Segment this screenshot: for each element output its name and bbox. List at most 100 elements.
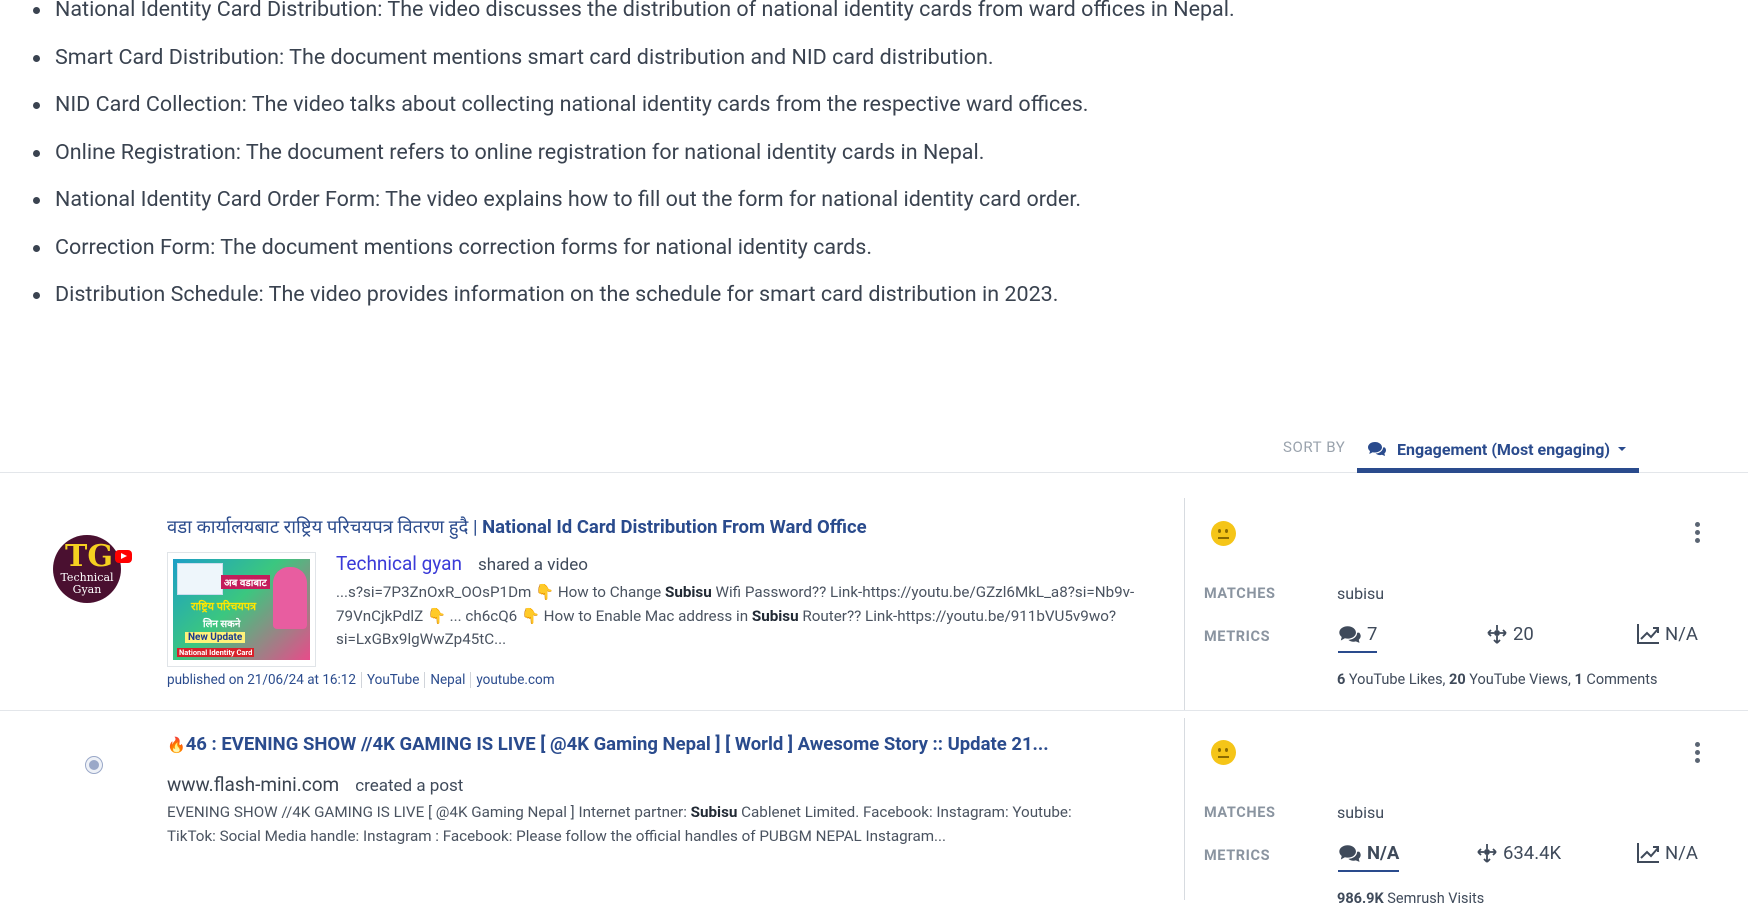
- trend-icon: [1637, 843, 1659, 863]
- mention-title[interactable]: वडा कार्यालयबाट राष्ट्रिय परिचयपत्र वितर…: [167, 514, 867, 539]
- more-options-icon[interactable]: [1695, 742, 1701, 766]
- author-action: created a post: [355, 776, 464, 796]
- mention-title-text: National Id Card Distribution From Ward …: [482, 516, 867, 538]
- meta-platform[interactable]: YouTube: [360, 672, 424, 688]
- summary-item: Correction Form: The document mentions c…: [26, 224, 1235, 272]
- matches-value: subisu: [1337, 803, 1385, 822]
- bullet-dot: [33, 244, 40, 252]
- metric-reach-value: 634.4K: [1503, 842, 1562, 864]
- avatar-caption: Technical Gyan: [60, 571, 114, 596]
- bullet-dot: [33, 197, 40, 204]
- summary-text: Distribution Schedule: The video provide…: [55, 282, 1059, 307]
- stat-comments-number: 1: [1574, 671, 1583, 688]
- bullet-dot: [33, 7, 40, 14]
- metric-trend-value: N/A: [1665, 842, 1698, 864]
- snippet-text: EVENING SHOW //4K GAMING IS LIVE [ @4K G…: [167, 803, 691, 821]
- summary-text: Correction Form: The document mentions c…: [55, 234, 873, 260]
- avatar-initials: TG: [65, 539, 113, 574]
- video-thumbnail[interactable]: अब वडाबाट राष्ट्रिय परिचयपत्र लिन सकने N…: [167, 552, 316, 667]
- matches-label: MATCHES: [1204, 804, 1276, 821]
- mention-title-native: वडा कार्यालयबाट राष्ट्रिय परिचयपत्र वितर…: [167, 516, 478, 538]
- stat-likes-label: YouTube Likes,: [1345, 671, 1450, 688]
- metric-trend[interactable]: N/A: [1636, 623, 1698, 645]
- divider: [1184, 718, 1185, 900]
- summary-list: National Identity Card Distribution: The…: [26, 0, 1235, 319]
- meta-domain[interactable]: youtube.com: [470, 672, 559, 688]
- mention-snippet: ...s?si=7P3ZnOxR_OOsP1Dm 👇 How to Change…: [336, 581, 1136, 652]
- metric-comments-value: N/A: [1367, 842, 1400, 864]
- snippet-text: ...s?si=7P3ZnOxR_OOsP1Dm 👇 How to Change: [336, 583, 665, 601]
- metric-comments-value: 7: [1367, 623, 1378, 645]
- snippet-keyword: Subisu: [665, 583, 712, 601]
- comments-icon: [1339, 844, 1361, 862]
- comments-icon: [1368, 442, 1386, 456]
- summary-item: NID Card Collection: The video talks abo…: [26, 81, 1235, 129]
- reach-icon: [1487, 625, 1507, 644]
- mention-card[interactable]: 🔥46 : EVENING SHOW //4K GAMING IS LIVE […: [0, 712, 1748, 907]
- metric-comments[interactable]: N/A: [1338, 842, 1400, 872]
- trend-icon: [1637, 624, 1659, 644]
- mention-meta: published on 21/06/24 at 16:12 YouTube N…: [167, 672, 560, 688]
- sentiment-neutral-icon[interactable]: [1211, 740, 1236, 765]
- mention-title-text: 46 : EVENING SHOW //4K GAMING IS LIVE [ …: [185, 733, 1049, 755]
- metric-trend[interactable]: N/A: [1636, 842, 1698, 864]
- thumbnail-person: [273, 567, 307, 629]
- published-date: published on 21/06/24 at 16:12: [167, 672, 356, 688]
- stat-visits-label: Semrush Visits: [1383, 890, 1485, 907]
- bullet-dot: [33, 149, 40, 157]
- divider: [1184, 498, 1185, 710]
- sentiment-neutral-icon[interactable]: [1211, 521, 1236, 546]
- thumbnail-text: अब वडाबाट: [221, 575, 270, 589]
- card-graphic: [177, 563, 223, 595]
- metric-reach-value: 20: [1513, 623, 1534, 645]
- thumbnail-text: राष्ट्रिय परिचयपत्र: [191, 600, 257, 613]
- summary-item: Online Registration: The document refers…: [26, 129, 1235, 177]
- more-options-icon[interactable]: [1695, 522, 1701, 546]
- metrics-label: METRICS: [1204, 847, 1271, 864]
- stat-views-number: 20: [1449, 671, 1466, 688]
- metric-reach[interactable]: 20: [1486, 623, 1534, 645]
- metric-trend-value: N/A: [1665, 623, 1698, 645]
- matches-label: MATCHES: [1204, 585, 1276, 602]
- chevron-down-icon: [1617, 447, 1626, 451]
- mention-card[interactable]: TG Technical Gyan वडा कार्यालयबाट राष्ट्…: [0, 474, 1748, 711]
- thumbnail-text: लिन सकने: [203, 619, 241, 630]
- fire-icon: 🔥: [167, 736, 186, 754]
- youtube-icon: [115, 550, 132, 563]
- metrics-label: METRICS: [1204, 628, 1271, 645]
- author-line: Technical gyan shared a video: [336, 552, 588, 575]
- stat-visits-number: 986.9K: [1337, 890, 1384, 907]
- author-link[interactable]: Technical gyan: [336, 552, 462, 575]
- sort-by-label: SORT BY: [1283, 438, 1346, 456]
- stat-comments-label: Comments: [1582, 671, 1658, 688]
- author-line: www.flash-mini.com created a post: [167, 773, 463, 796]
- summary-text: NID Card Collection: The video talks abo…: [55, 92, 1089, 117]
- snippet-keyword: Subisu: [690, 803, 738, 821]
- summary-text: Online Registration: The document refers…: [55, 139, 985, 165]
- metric-reach[interactable]: 634.4K: [1476, 842, 1561, 864]
- meta-country[interactable]: Nepal: [424, 672, 470, 688]
- thumbnail-image: अब वडाबाट राष्ट्रिय परिचयपत्र लिन सकने N…: [173, 559, 310, 660]
- summary-text: Smart Card Distribution: The document me…: [55, 44, 994, 70]
- bullet-dot: [33, 102, 40, 109]
- metric-comments[interactable]: 7: [1338, 623, 1378, 653]
- sort-dropdown[interactable]: Engagement (Most engaging): [1357, 430, 1639, 473]
- engagement-stats: 986.9K Semrush Visits: [1337, 890, 1484, 907]
- summary-item: National Identity Card Order Form: The v…: [26, 176, 1235, 224]
- snippet-keyword: Subisu: [751, 606, 799, 625]
- author-action: shared a video: [477, 555, 588, 575]
- mention-snippet: EVENING SHOW //4K GAMING IS LIVE [ @4K G…: [167, 801, 1087, 848]
- summary-text: National Identity Card Distribution: The…: [55, 0, 1235, 22]
- author-avatar[interactable]: TG Technical Gyan: [53, 535, 132, 603]
- sort-bar: SORT BY Engagement (Most engaging): [0, 430, 1748, 473]
- thumbnail-text: New Update: [185, 632, 246, 643]
- sort-value: Engagement (Most engaging): [1397, 439, 1610, 459]
- mention-title[interactable]: 🔥46 : EVENING SHOW //4K GAMING IS LIVE […: [167, 733, 1049, 755]
- reach-icon: [1477, 844, 1497, 863]
- thumbnail-text: National Identity Card: [177, 648, 255, 657]
- comments-icon: [1339, 625, 1361, 643]
- stat-views-label: YouTube Views,: [1465, 671, 1575, 688]
- summary-item: Smart Card Distribution: The document me…: [26, 34, 1235, 82]
- summary-item: National Identity Card Distribution: The…: [26, 0, 1235, 34]
- author-link[interactable]: www.flash-mini.com: [167, 773, 339, 796]
